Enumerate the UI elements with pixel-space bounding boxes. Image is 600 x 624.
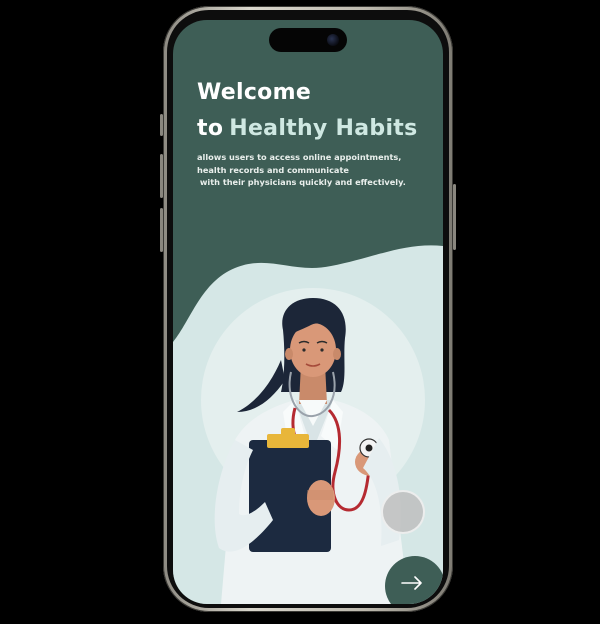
power-button xyxy=(453,184,456,250)
volume-up-button xyxy=(160,154,163,198)
next-button[interactable] xyxy=(385,556,443,604)
arrow-right-icon xyxy=(401,576,422,590)
action-button xyxy=(160,114,163,136)
front-camera xyxy=(327,34,339,46)
phone-frame: Welcome to Healthy Habits allows users to… xyxy=(160,6,456,612)
touch-indicator xyxy=(381,490,425,534)
title-prefix: to xyxy=(197,116,224,141)
dynamic-island xyxy=(269,28,347,52)
app-description: allows users to access online appointmen… xyxy=(197,152,406,187)
volume-down-button xyxy=(160,208,163,252)
app-screen: Welcome to Healthy Habits allows users to… xyxy=(173,20,443,604)
app-name-title: to Healthy Habits xyxy=(197,116,418,141)
app-name: Healthy Habits xyxy=(229,116,418,141)
welcome-title: Welcome xyxy=(197,80,312,105)
